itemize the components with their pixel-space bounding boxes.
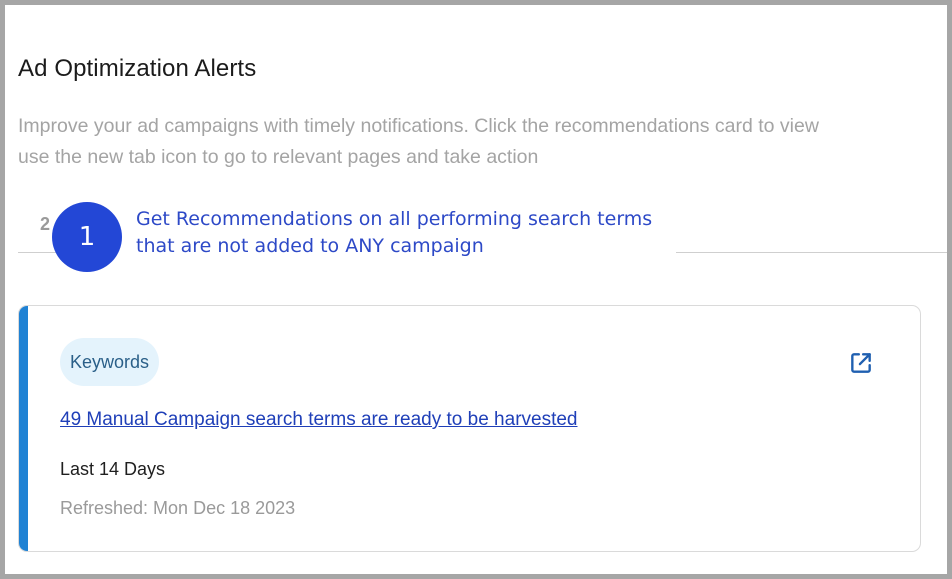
card-accent-bar xyxy=(19,306,28,551)
card-refreshed-date: Refreshed: Mon Dec 18 2023 xyxy=(60,498,296,518)
callout-line-2: that are not added to ANY campaign xyxy=(136,235,484,257)
page-title: Ad Optimization Alerts xyxy=(18,55,257,82)
page-description-line-1: Improve your ad campaigns with timely no… xyxy=(18,115,819,137)
callout-number-badge: 1 xyxy=(52,202,122,272)
alerts-panel: Ad Optimization Alerts Improve your ad c… xyxy=(5,5,947,574)
card-period: Last 14 Days xyxy=(60,459,166,479)
callout-annotation: Get Recommendations on all performing se… xyxy=(136,206,652,260)
callout-line-1: Get Recommendations on all performing se… xyxy=(136,208,653,230)
open-in-new-tab-icon[interactable] xyxy=(848,350,874,376)
tab-divider-right xyxy=(676,252,947,253)
harvest-search-terms-link[interactable]: 49 Manual Campaign search terms are read… xyxy=(60,409,578,431)
page-description: Improve your ad campaigns with timely no… xyxy=(18,111,947,173)
page-description-line-2: use the new tab icon to go to relevant p… xyxy=(18,146,539,168)
tab-partial-label[interactable]: 2 xyxy=(40,214,50,235)
recommendation-card[interactable]: Keywords 49 Manual Campaign search terms… xyxy=(18,305,921,552)
screenshot-frame: Ad Optimization Alerts Improve your ad c… xyxy=(0,0,952,579)
category-chip: Keywords xyxy=(60,338,160,386)
